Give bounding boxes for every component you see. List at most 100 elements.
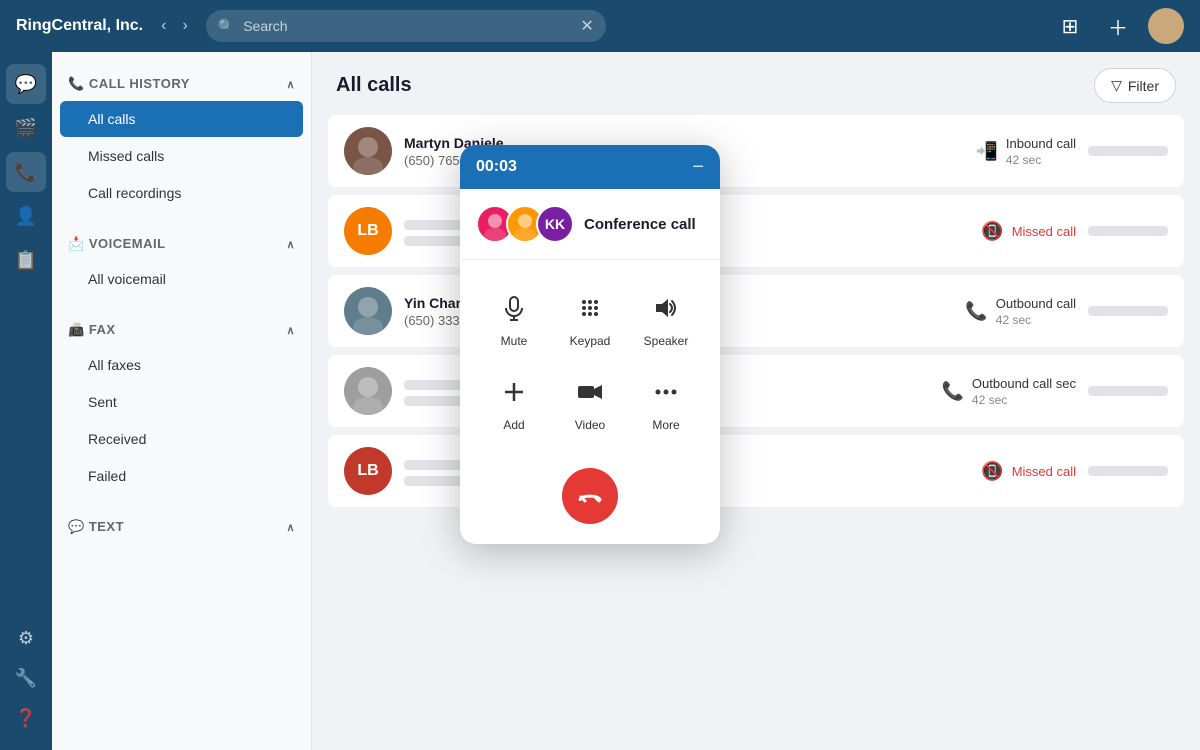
sidebar-item-all-voicemail[interactable]: All voicemail	[60, 261, 303, 297]
table-row[interactable]: Martyn Daniele (650) 765-4... 📲 Inbound …	[328, 115, 1184, 187]
page-title: All calls	[336, 74, 412, 97]
modal-minimize-button[interactable]: −	[692, 157, 704, 177]
filter-button[interactable]: ▽ Filter	[1094, 68, 1176, 103]
forward-button[interactable]: ›	[176, 13, 193, 39]
modal-actions: Mute Keypad	[460, 260, 720, 460]
call-timer: 00:03	[476, 158, 517, 176]
keypad-label: Keypad	[570, 334, 611, 348]
outbound-call2-icon: 📞	[942, 381, 964, 402]
sidebar-item-failed[interactable]: Failed	[60, 458, 303, 494]
filter-icon: ▽	[1111, 77, 1122, 94]
sidebar-icon-settings2[interactable]: 🔧	[6, 658, 46, 698]
sidebar-item-all-faxes[interactable]: All faxes	[60, 347, 303, 383]
sidebar-item-missed-calls[interactable]: Missed calls	[60, 138, 303, 174]
sidebar-icon-video[interactable]: 🎬	[6, 108, 46, 148]
status-label: Missed call	[1012, 464, 1076, 479]
call-history-section: 📞 CALL HISTORY ∧ All calls Missed calls …	[52, 60, 311, 220]
end-call-container	[460, 460, 720, 544]
main-content: All calls ▽ Filter Martyn Daniele (650) …	[312, 52, 1200, 750]
voicemail-section: 📩 VOICEMAIL ∧ All voicemail	[52, 220, 311, 306]
search-bar: 🔍 ✕	[206, 10, 606, 42]
sidebar-bottom-icons: ⚙ 🔧 ❓	[6, 618, 46, 738]
keypad-icon	[570, 288, 610, 328]
content-header: All calls ▽ Filter	[312, 52, 1200, 115]
inbound-call-icon: 📲	[975, 141, 997, 162]
participant-avatar-kk: KK	[536, 205, 574, 243]
keypad-button[interactable]: Keypad	[552, 276, 628, 360]
call-history-icon: 📞 CALL HISTORY	[68, 76, 190, 92]
add-button[interactable]: ＋	[1100, 8, 1136, 44]
fax-header[interactable]: 📠 FAX ∧	[52, 314, 311, 346]
end-call-button[interactable]	[562, 468, 618, 524]
grid-icon-button[interactable]: ⊞	[1052, 8, 1088, 44]
mute-label: Mute	[501, 334, 528, 348]
fax-section: 📠 FAX ∧ All faxes Sent Received Failed	[52, 306, 311, 503]
avatar	[344, 127, 392, 175]
voicemail-collapse-icon: ∧	[286, 238, 295, 251]
search-clear-icon[interactable]: ✕	[580, 16, 593, 36]
sidebar-icon-settings1[interactable]: ⚙	[6, 618, 46, 658]
search-input[interactable]	[243, 18, 572, 34]
voicemail-icon: 📩 VOICEMAIL	[68, 236, 166, 252]
missed-call2-icon: 📵	[981, 461, 1003, 482]
modal-identity: KK Conference call	[460, 189, 720, 260]
conference-call-modal: 00:03 − KK Conference call	[460, 145, 720, 544]
outbound-call-icon: 📞	[965, 301, 987, 322]
avatar: LB	[344, 447, 392, 495]
user-avatar[interactable]	[1148, 8, 1184, 44]
avatar	[344, 287, 392, 335]
status-label: Inbound call	[1006, 136, 1076, 151]
add-button[interactable]: Add	[476, 360, 552, 444]
call-status-missed: 📵 Missed call	[981, 221, 1076, 242]
table-row[interactable]: LB 📵 Missed call	[328, 195, 1184, 267]
sidebar-icon-chat[interactable]: 💬	[6, 64, 46, 104]
speaker-label: Speaker	[644, 334, 689, 348]
sidebar-item-received[interactable]: Received	[60, 421, 303, 457]
sidebar-icon-phone[interactable]: 📞	[6, 152, 46, 192]
status-label: Outbound call sec	[972, 376, 1076, 391]
add-icon	[494, 372, 534, 412]
call-status: 📲 Inbound call 42 sec	[975, 136, 1076, 167]
sidebar-icon-fax[interactable]: 📋	[6, 240, 46, 280]
fax-icon: 📠 FAX	[68, 322, 116, 338]
text-header[interactable]: 💬 TEXT ∧	[52, 511, 311, 543]
avatar: LB	[344, 207, 392, 255]
sidebar-icon-help[interactable]: ❓	[6, 698, 46, 738]
back-button[interactable]: ‹	[155, 13, 172, 39]
video-button[interactable]: Video	[552, 360, 628, 444]
text-collapse-icon: ∧	[286, 521, 295, 534]
topbar-right: ⊞ ＋	[1052, 8, 1184, 44]
fax-collapse-icon: ∧	[286, 324, 295, 337]
modal-header: 00:03 −	[460, 145, 720, 189]
more-button[interactable]: More	[628, 360, 704, 444]
call-duration: 42 sec	[996, 313, 1076, 327]
table-row[interactable]: Yin Chan (650) 333-... 📞 Outbound call 4…	[328, 275, 1184, 347]
call-bar	[1088, 146, 1168, 156]
sidebar-item-all-calls[interactable]: All calls	[60, 101, 303, 137]
video-label: Video	[575, 418, 605, 432]
sidebar-icon-contacts[interactable]: 👤	[6, 196, 46, 236]
sidebar-item-sent[interactable]: Sent	[60, 384, 303, 420]
speaker-button[interactable]: Speaker	[628, 276, 704, 360]
more-label: More	[652, 418, 679, 432]
modal-call-type-label: Conference call	[584, 216, 696, 233]
topbar: RingCentral, Inc. ‹ › 🔍 ✕ ⊞ ＋	[0, 0, 1200, 52]
mute-icon	[494, 288, 534, 328]
app-title: RingCentral, Inc.	[16, 17, 143, 35]
table-row[interactable]: LB 📵 Missed call	[328, 435, 1184, 507]
text-section: 💬 TEXT ∧	[52, 503, 311, 551]
nav-sidebar: 📞 CALL HISTORY ∧ All calls Missed calls …	[52, 52, 312, 750]
mute-button[interactable]: Mute	[476, 276, 552, 360]
call-duration: 42 sec	[972, 393, 1076, 407]
sidebar-item-call-recordings[interactable]: Call recordings	[60, 175, 303, 211]
missed-call-icon: 📵	[981, 221, 1003, 242]
voicemail-header[interactable]: 📩 VOICEMAIL ∧	[52, 228, 311, 260]
search-icon: 🔍	[218, 18, 235, 35]
add-label: Add	[503, 418, 524, 432]
table-row[interactable]: 📞 Outbound call sec 42 sec	[328, 355, 1184, 427]
call-duration: 42 sec	[1006, 153, 1076, 167]
call-bar	[1088, 306, 1168, 316]
call-history-header[interactable]: 📞 CALL HISTORY ∧	[52, 68, 311, 100]
call-status-missed: 📵 Missed call	[981, 461, 1076, 482]
text-icon: 💬 TEXT	[68, 519, 124, 535]
